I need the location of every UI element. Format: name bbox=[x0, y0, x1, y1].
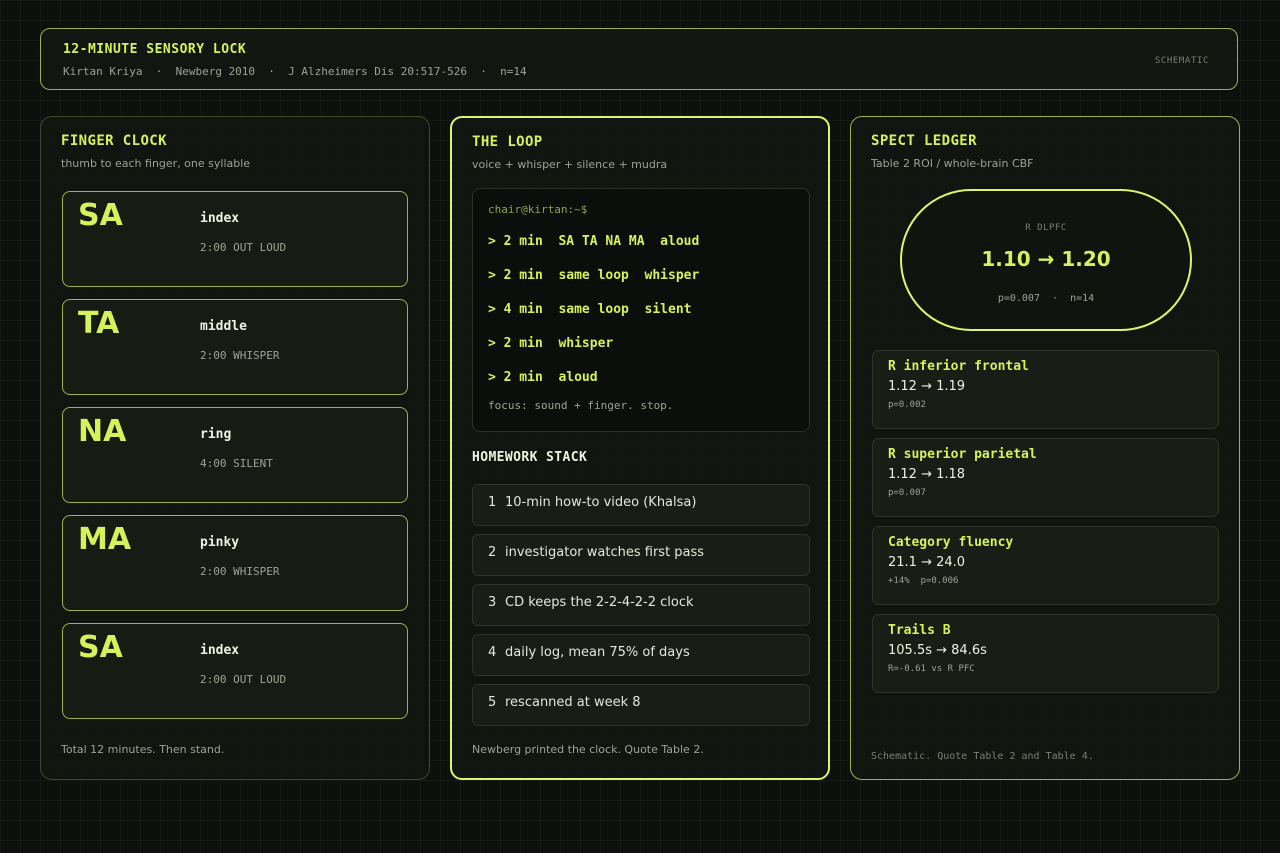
ledger-row-name: Category fluency bbox=[888, 535, 1014, 550]
page-title: 12-MINUTE SENSORY LOCK bbox=[63, 42, 247, 57]
homework-item-text: CD keeps the 2-2-4-2-2 clock bbox=[505, 595, 694, 610]
ledger-row-value: 21.1 → 24.0 bbox=[888, 555, 966, 570]
homework-item-text: rescanned at week 8 bbox=[505, 695, 641, 710]
ledger-row-stat: R=-0.61 vs R PFC bbox=[888, 664, 975, 674]
ledger-row: Category fluency 21.1 → 24.0 +14% p=0.00… bbox=[872, 526, 1219, 605]
finger-card-na-ring: NA ring 4:00 SILENT bbox=[62, 407, 408, 503]
hero-roi-label: R DLPFC bbox=[1025, 223, 1067, 233]
terminal-line: > 4 min same loop silent bbox=[488, 302, 692, 317]
finger-clock-footer: Total 12 minutes. Then stand. bbox=[61, 743, 225, 756]
spect-ledger-panel: SPECT LEDGER Table 2 ROI / whole-brain C… bbox=[850, 116, 1240, 780]
finger-card-ma-pinky: MA pinky 2:00 WHISPER bbox=[62, 515, 408, 611]
homework-item-number: 3 bbox=[488, 595, 497, 610]
homework-item: 1 10-min how-to video (Khalsa) bbox=[472, 484, 810, 526]
syllable: MA bbox=[78, 522, 132, 557]
ledger-row: Trails B 105.5s → 84.6s R=-0.61 vs R PFC bbox=[872, 614, 1219, 693]
homework-item-text: investigator watches first pass bbox=[505, 545, 705, 560]
finger-clock-panel: FINGER CLOCK thumb to each finger, one s… bbox=[40, 116, 430, 780]
ledger-row-value: 105.5s → 84.6s bbox=[888, 643, 987, 658]
finger-time: 2:00 OUT LOUD bbox=[200, 241, 287, 254]
homework-stack-title: HOMEWORK STACK bbox=[472, 450, 588, 465]
homework-item-text: daily log, mean 75% of days bbox=[505, 645, 690, 660]
loop-subtitle: voice + whisper + silence + mudra bbox=[472, 158, 668, 171]
loop-footer: Newberg printed the clock. Quote Table 2… bbox=[472, 743, 704, 756]
ledger-subtitle: Table 2 ROI / whole-brain CBF bbox=[871, 157, 1034, 170]
finger-clock-title: FINGER CLOCK bbox=[61, 133, 167, 149]
finger-clock-subtitle: thumb to each finger, one syllable bbox=[61, 157, 251, 170]
homework-item: 2 investigator watches first pass bbox=[472, 534, 810, 576]
terminal-footer: focus: sound + finger. stop. bbox=[488, 399, 674, 412]
finger-name: pinky bbox=[200, 535, 240, 550]
ledger-row-name: Trails B bbox=[888, 623, 951, 638]
syllable: SA bbox=[78, 198, 123, 233]
ledger-row-name: R superior parietal bbox=[888, 447, 1037, 462]
finger-name: index bbox=[200, 643, 240, 658]
terminal-window: chair@kirtan:~$ > 2 min SA TA NA MA alou… bbox=[472, 188, 810, 432]
finger-card-ta-middle: TA middle 2:00 WHISPER bbox=[62, 299, 408, 395]
page-subtitle: Kirtan Kriya · Newberg 2010 · J Alzheime… bbox=[63, 65, 527, 78]
finger-card-sa-index: SA index 2:00 OUT LOUD bbox=[62, 191, 408, 287]
homework-item-number: 5 bbox=[488, 695, 497, 710]
finger-time: 2:00 WHISPER bbox=[200, 349, 280, 362]
finger-time: 2:00 WHISPER bbox=[200, 565, 280, 578]
schematic-badge: SCHEMATIC bbox=[1154, 56, 1209, 66]
homework-item-number: 4 bbox=[488, 645, 497, 660]
finger-time: 2:00 OUT LOUD bbox=[200, 673, 287, 686]
homework-item: 4 daily log, mean 75% of days bbox=[472, 634, 810, 676]
loop-title: THE LOOP bbox=[472, 134, 543, 150]
ledger-row: R superior parietal 1.12 → 1.18 p=0.007 bbox=[872, 438, 1219, 517]
syllable: TA bbox=[78, 306, 120, 341]
terminal-line: > 2 min whisper bbox=[488, 336, 614, 351]
ledger-row-stat: p=0.002 bbox=[888, 400, 926, 410]
finger-card-sa-index-return: SA index 2:00 OUT LOUD bbox=[62, 623, 408, 719]
terminal-line: > 2 min aloud bbox=[488, 370, 598, 385]
homework-item-text: 10-min how-to video (Khalsa) bbox=[505, 495, 697, 510]
homework-item: 5 rescanned at week 8 bbox=[472, 684, 810, 726]
ledger-row-value: 1.12 → 1.18 bbox=[888, 467, 966, 482]
homework-item-number: 1 bbox=[488, 495, 497, 510]
ledger-footer: Schematic. Quote Table 2 and Table 4. bbox=[871, 751, 1094, 762]
ledger-row-name: R inferior frontal bbox=[888, 359, 1029, 374]
finger-name: index bbox=[200, 211, 240, 226]
hero-value: 1.10 → 1.20 bbox=[981, 247, 1111, 271]
finger-name: middle bbox=[200, 319, 247, 334]
ledger-row: R inferior frontal 1.12 → 1.19 p=0.002 bbox=[872, 350, 1219, 429]
ledger-row-value: 1.12 → 1.19 bbox=[888, 379, 966, 394]
loop-panel: THE LOOP voice + whisper + silence + mud… bbox=[450, 116, 830, 780]
finger-name: ring bbox=[200, 427, 232, 442]
ledger-row-stat: +14% p=0.006 bbox=[888, 576, 959, 586]
terminal-line: > 2 min same loop whisper bbox=[488, 268, 700, 283]
terminal-line: > 2 min SA TA NA MA aloud bbox=[488, 234, 700, 249]
syllable: NA bbox=[78, 414, 127, 449]
dlpfc-hero-pill: R DLPFC 1.10 → 1.20 p=0.007 · n=14 bbox=[900, 189, 1192, 331]
ledger-title: SPECT LEDGER bbox=[871, 133, 977, 149]
header-bar: 12-MINUTE SENSORY LOCK Kirtan Kriya · Ne… bbox=[40, 28, 1238, 90]
finger-time: 4:00 SILENT bbox=[200, 457, 273, 470]
terminal-prompt: chair@kirtan:~$ bbox=[488, 203, 588, 216]
homework-item: 3 CD keeps the 2-2-4-2-2 clock bbox=[472, 584, 810, 626]
homework-item-number: 2 bbox=[488, 545, 497, 560]
ledger-row-stat: p=0.007 bbox=[888, 488, 926, 498]
syllable: SA bbox=[78, 630, 123, 665]
hero-stat: p=0.007 · n=14 bbox=[997, 293, 1095, 304]
